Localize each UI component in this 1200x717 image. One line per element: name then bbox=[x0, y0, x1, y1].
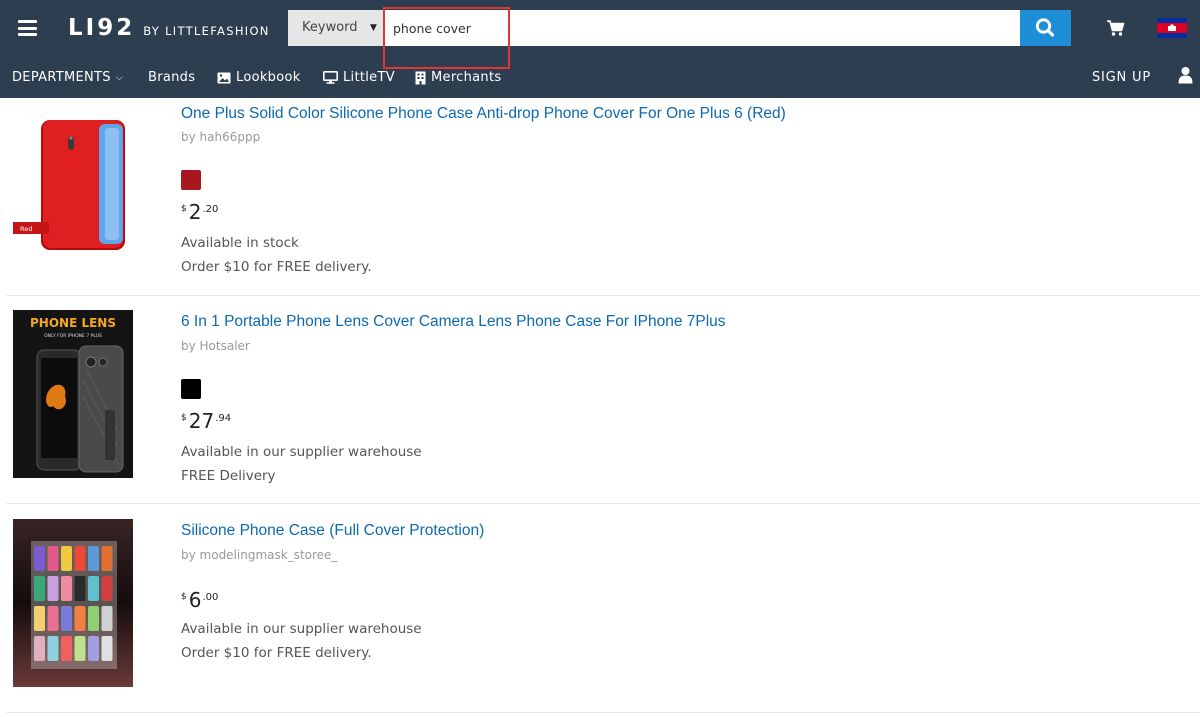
nav-brands[interactable]: Brands bbox=[148, 70, 195, 85]
price-decimal: .94 bbox=[215, 413, 232, 424]
nav-lookbook[interactable]: Lookbook bbox=[217, 70, 301, 85]
product-title-link[interactable]: Silicone Phone Case (Full Cover Protecti… bbox=[181, 522, 484, 540]
stock-status: Available in our supplier warehouse bbox=[181, 621, 422, 637]
nav-departments-label: DEPARTMENTS bbox=[12, 70, 111, 85]
product-image[interactable]: PHONE LENS ONLY FOR IPHONE 7 PLUS bbox=[13, 310, 133, 478]
search-button[interactable] bbox=[1020, 10, 1071, 46]
top-header: LI92 BY LITTLEFASHION Keyword ▼ phone co… bbox=[0, 0, 1200, 98]
product-row: Red One Plus Solid Color Silicone Phone … bbox=[0, 98, 1200, 295]
search-icon bbox=[1035, 18, 1055, 37]
image-icon bbox=[217, 72, 231, 83]
nav-departments[interactable]: DEPARTMENTS ⌵ bbox=[12, 70, 123, 85]
user-icon bbox=[1178, 67, 1193, 84]
nav-merchants[interactable]: Merchants bbox=[415, 70, 501, 85]
product-row: PHONE LENS ONLY FOR IPHONE 7 PLUS 6 In 1… bbox=[0, 296, 1200, 504]
color-swatch[interactable] bbox=[181, 379, 201, 399]
nav-lookbook-label: Lookbook bbox=[236, 70, 301, 85]
logo-sub-text: BY LITTLEFASHION bbox=[143, 24, 270, 38]
price-decimal: .20 bbox=[202, 204, 219, 215]
product-price: $ 2 .20 bbox=[181, 201, 218, 223]
cart-button[interactable] bbox=[1106, 19, 1126, 41]
price-decimal: .00 bbox=[202, 592, 219, 603]
row-divider bbox=[6, 712, 1200, 713]
nav-littletv[interactable]: LittleTV bbox=[323, 70, 395, 85]
main-nav: DEPARTMENTS ⌵ Brands Lookbook LittleTV M… bbox=[0, 60, 1200, 98]
search-input[interactable] bbox=[385, 10, 1018, 46]
search-bar: Keyword ▼ bbox=[288, 10, 1071, 46]
product-image[interactable] bbox=[13, 519, 133, 687]
price-integer: 27 bbox=[188, 409, 215, 433]
stock-status: Available in our supplier warehouse bbox=[181, 444, 422, 460]
product-seller: by hah66ppp bbox=[181, 130, 261, 144]
product-title-link[interactable]: 6 In 1 Portable Phone Lens Cover Camera … bbox=[181, 313, 726, 331]
image-subtitle-text: ONLY FOR IPHONE 7 PLUS bbox=[44, 333, 102, 339]
delivery-info: FREE Delivery bbox=[181, 468, 276, 484]
product-seller: by Hotsaler bbox=[181, 339, 250, 353]
delivery-info: Order $10 for FREE delivery. bbox=[181, 259, 372, 275]
price-currency: $ bbox=[181, 592, 187, 602]
product-title-link[interactable]: One Plus Solid Color Silicone Phone Case… bbox=[181, 105, 786, 123]
logo-main-text: LI92 bbox=[68, 15, 136, 41]
search-scope-select[interactable]: Keyword ▼ bbox=[288, 10, 383, 46]
signup-link[interactable]: SIGN UP bbox=[1092, 70, 1151, 85]
price-integer: 2 bbox=[188, 200, 202, 224]
site-logo[interactable]: LI92 BY LITTLEFASHION bbox=[68, 15, 270, 41]
product-row: Silicone Phone Case (Full Cover Protecti… bbox=[0, 504, 1200, 716]
image-title-text: PHONE LENS bbox=[30, 316, 116, 330]
nav-brands-label: Brands bbox=[148, 70, 196, 85]
price-currency: $ bbox=[181, 413, 187, 423]
price-currency: $ bbox=[181, 204, 187, 214]
color-swatch[interactable] bbox=[181, 170, 201, 190]
price-integer: 6 bbox=[188, 588, 202, 612]
building-icon bbox=[415, 71, 426, 84]
nav-merchants-label: Merchants bbox=[431, 70, 502, 85]
product-price: $ 27 .94 bbox=[181, 410, 231, 432]
stock-status: Available in stock bbox=[181, 235, 299, 251]
product-image[interactable]: Red bbox=[13, 98, 133, 258]
nav-littletv-label: LittleTV bbox=[343, 70, 395, 85]
cambodia-flag-icon[interactable] bbox=[1157, 18, 1187, 38]
caret-down-icon: ▼ bbox=[370, 23, 377, 33]
menu-icon[interactable] bbox=[18, 20, 37, 36]
cart-icon bbox=[1107, 20, 1125, 36]
user-account-button[interactable] bbox=[1178, 66, 1193, 88]
image-tag-text: Red bbox=[20, 225, 32, 233]
product-price: $ 6 .00 bbox=[181, 589, 218, 611]
chevron-down-icon: ⌵ bbox=[115, 72, 123, 83]
product-seller: by modelingmask_storee_ bbox=[181, 548, 338, 562]
monitor-icon bbox=[323, 71, 338, 84]
delivery-info: Order $10 for FREE delivery. bbox=[181, 645, 372, 661]
search-scope-label: Keyword bbox=[302, 20, 358, 35]
